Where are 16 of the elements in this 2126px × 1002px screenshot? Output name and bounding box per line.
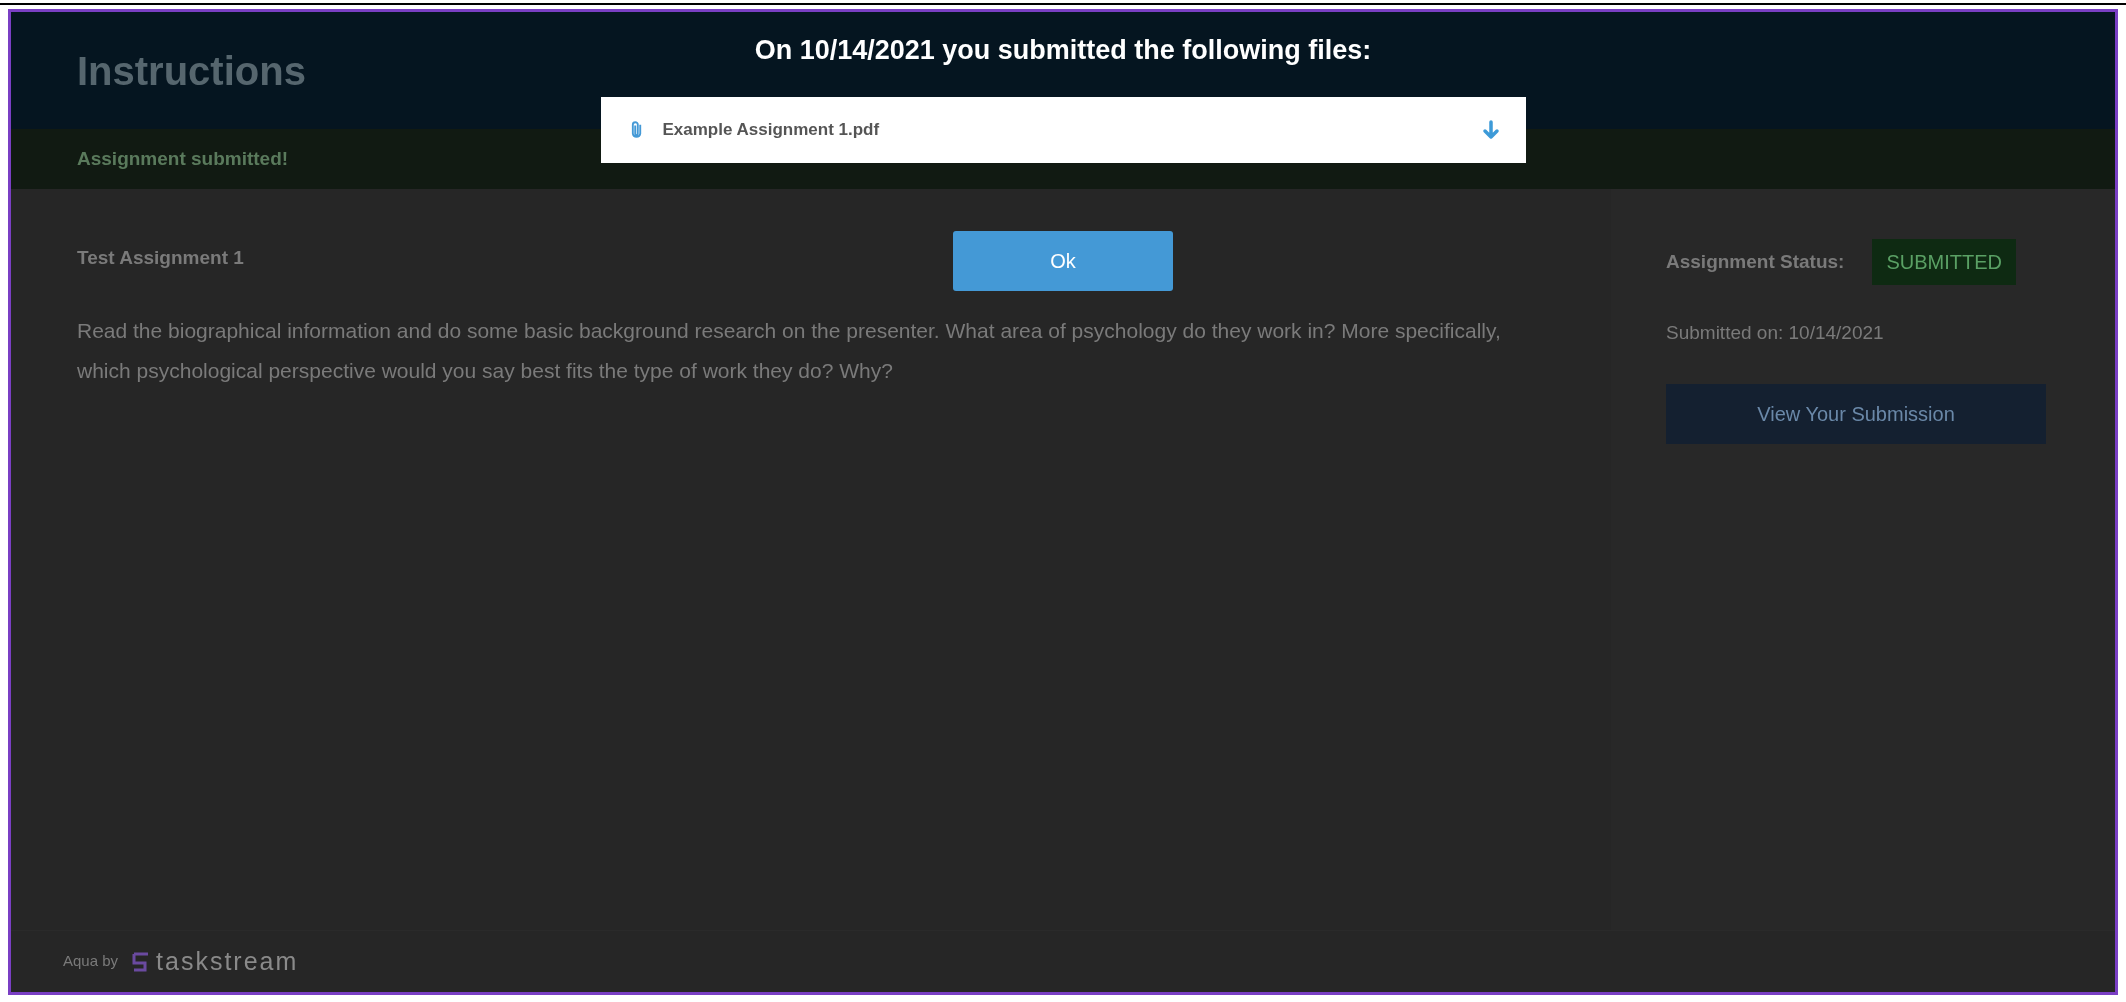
download-arrow-icon[interactable] (1481, 119, 1500, 140)
modal-title: On 10/14/2021 you submitted the following files: (754, 34, 1372, 67)
assignment-description: Read the biographical information and do some basic background research on the presenter. What area of psychology do they work in? More specifically, which psychological perspective would you say best fits the type of work they do? Why? (77, 317, 1502, 384)
file-name: Example Assignment 1.pdf (662, 118, 880, 141)
brand-logo-icon (132, 951, 151, 972)
submitted-date: Submitted on: 10/14/2021 (1666, 321, 1885, 345)
status-badge: SUBMITTED (1872, 239, 2016, 285)
footer-prefix: Aqua by (63, 951, 119, 972)
brand-name: taskstream (156, 945, 299, 977)
banner-text: Assignment submitted! (77, 146, 289, 171)
status-label: Assignment Status: (1666, 249, 1845, 274)
file-row[interactable]: Example Assignment 1.pdf (600, 96, 1526, 163)
ok-button[interactable]: Ok (953, 230, 1173, 291)
assignment-title: Test Assignment 1 (77, 246, 244, 270)
view-submission-button[interactable]: View Your Submission (1666, 383, 2046, 444)
page-title: Instructions (77, 47, 306, 95)
